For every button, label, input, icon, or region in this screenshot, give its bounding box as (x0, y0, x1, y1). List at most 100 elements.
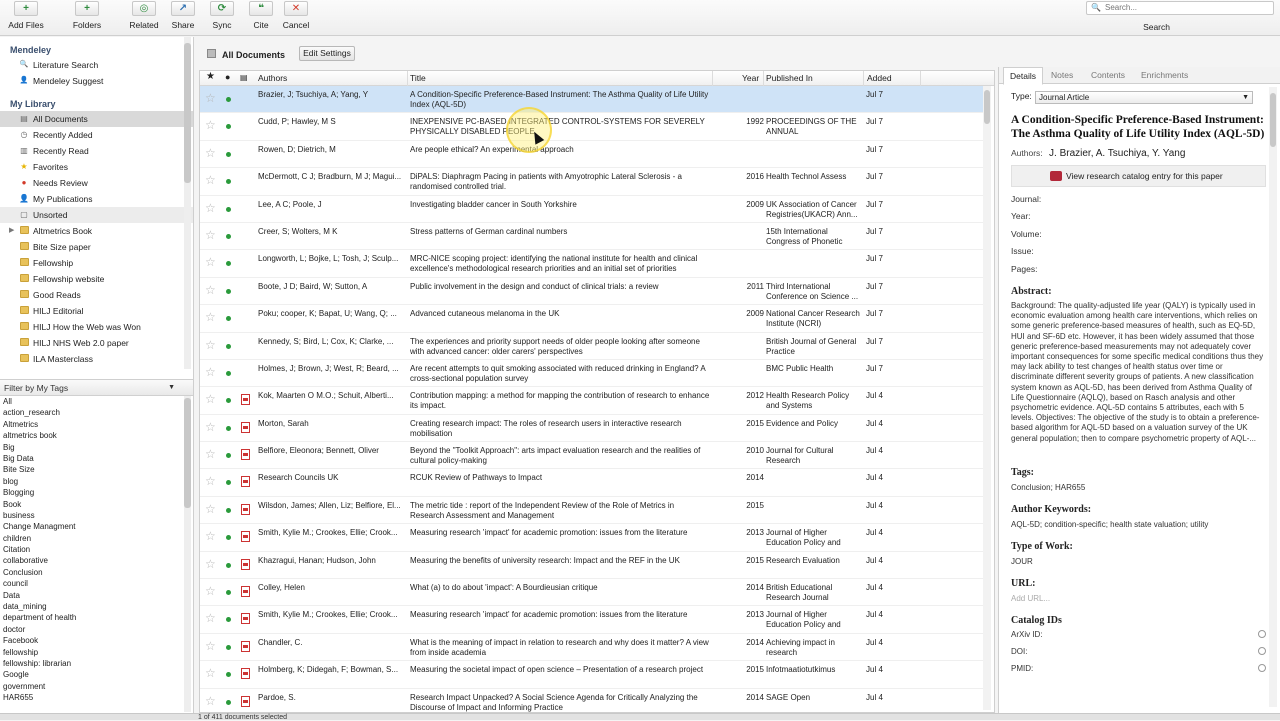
table-row[interactable]: ☆ Rowen, D; Dietrich, M Are people ethical… (200, 141, 984, 169)
col-title[interactable]: Title (410, 73, 426, 83)
cancel-button[interactable]: ✕ Cancel (280, 0, 312, 36)
unread-dot-icon[interactable] (226, 370, 231, 376)
star-icon[interactable]: ☆ (205, 256, 216, 268)
search-input[interactable] (1105, 3, 1265, 12)
tag-item[interactable]: collaborative (0, 555, 193, 566)
pdf-icon[interactable] (241, 449, 250, 461)
sidebar-item-good-reads[interactable]: Good Reads (0, 287, 193, 303)
read-status-column-icon[interactable]: ● (225, 72, 230, 82)
tag-item[interactable]: Citation (0, 544, 193, 555)
unread-dot-icon[interactable] (226, 617, 231, 623)
catalog-entry-button[interactable]: View research catalog entry for this pap… (1011, 165, 1266, 187)
unread-dot-icon[interactable] (226, 179, 231, 185)
pdf-icon[interactable] (241, 695, 250, 707)
add-url-field[interactable]: Add URL... (1011, 594, 1266, 603)
unread-dot-icon[interactable] (226, 261, 231, 267)
table-row[interactable]: ☆ Longworth, L; Bojke, L; Tosh, J; Sculp.… (200, 250, 984, 278)
unread-dot-icon[interactable] (226, 151, 231, 157)
unread-dot-icon[interactable] (226, 699, 231, 705)
unread-dot-icon[interactable] (226, 562, 231, 568)
table-row[interactable]: ☆ Research Councils UK RCUK Review of Path… (200, 469, 984, 497)
table-row[interactable]: ☆ Creer, S; Wolters, M K Stress patterns o… (200, 223, 984, 251)
star-icon[interactable]: ☆ (205, 229, 216, 241)
tag-item[interactable]: HAR655 (0, 692, 193, 703)
table-row[interactable]: ☆ McDermott, C J; Bradburn, M J; Magui...… (200, 168, 984, 196)
unread-dot-icon[interactable] (226, 124, 231, 130)
tag-item[interactable]: Change Managment (0, 521, 193, 532)
table-row[interactable]: ☆ Brazier, J; Tsuchiya, A; Yang, Y A Condi… (200, 86, 984, 114)
tag-item[interactable]: Book (0, 499, 193, 510)
field-year[interactable]: Year: (1011, 208, 1266, 225)
col-published-in[interactable]: Published In (766, 73, 813, 83)
tag-item[interactable]: Google (0, 669, 193, 680)
star-icon[interactable]: ☆ (205, 393, 216, 405)
tag-item[interactable]: Big Data (0, 453, 193, 464)
pdf-icon[interactable] (241, 394, 250, 406)
unread-dot-icon[interactable] (226, 535, 231, 541)
sidebar-item-unsorted[interactable]: ▢ Unsorted (0, 207, 193, 223)
unread-dot-icon[interactable] (226, 672, 231, 678)
table-row[interactable]: ☆ Wilsdon, James; Allen, Liz; Belfiore, E… (200, 497, 984, 525)
unread-dot-icon[interactable] (226, 97, 231, 102)
table-row[interactable]: ☆ Pardoe, S. Research Impact Unpacked? A S… (200, 689, 984, 712)
col-authors[interactable]: Authors (258, 73, 287, 83)
sidebar-item-hilj-editorial[interactable]: HILJ Editorial (0, 303, 193, 319)
table-row[interactable]: ☆ Kok, Maarten O M.O.; Schuit, Alberti...… (200, 387, 984, 415)
star-icon[interactable]: ☆ (205, 503, 216, 515)
share-button[interactable]: ↗ Share (166, 0, 200, 36)
details-scrollbar[interactable] (1269, 87, 1277, 707)
col-year[interactable]: Year (742, 73, 759, 83)
table-row[interactable]: ☆ Colley, Helen What (a) to do about 'impa… (200, 579, 984, 607)
tag-item[interactable]: Data (0, 590, 193, 601)
tag-item[interactable]: Altmetrics (0, 419, 193, 430)
cite-button[interactable]: ❝ Cite (245, 0, 277, 36)
sidebar-item-hilj-nhs-web-2-0-paper[interactable]: HILJ NHS Web 2.0 paper (0, 335, 193, 351)
tags-value[interactable]: Conclusion; HAR655 (1011, 483, 1266, 492)
sidebar-item-altmetrics-book[interactable]: ▶ Altmetrics Book (0, 223, 193, 239)
field-pages[interactable]: Pages: (1011, 261, 1266, 278)
unread-dot-icon[interactable] (226, 425, 231, 431)
star-icon[interactable]: ☆ (205, 612, 216, 624)
star-icon[interactable]: ☆ (205, 640, 216, 652)
type-select[interactable]: Journal Article ▼ (1035, 91, 1253, 104)
table-row[interactable]: ☆ Holmberg, K; Didegah, F; Bowman, S... Me… (200, 661, 984, 689)
sidebar-item-fellowship[interactable]: Fellowship (0, 255, 193, 271)
unread-dot-icon[interactable] (226, 590, 231, 596)
table-row[interactable]: ☆ Chandler, C. What is the meaning of impa… (200, 634, 984, 662)
search-box[interactable]: 🔍 (1086, 1, 1274, 15)
tag-item[interactable]: Facebook (0, 635, 193, 646)
tag-item[interactable]: doctor (0, 624, 193, 635)
sidebar-item-ila-masterclass[interactable]: ILA Masterclass (0, 351, 193, 367)
star-icon[interactable]: ☆ (205, 667, 216, 679)
unread-dot-icon[interactable] (226, 644, 231, 650)
tag-item[interactable]: Big (0, 442, 193, 453)
unread-dot-icon[interactable] (226, 343, 231, 349)
pdf-icon[interactable] (241, 613, 250, 625)
star-icon[interactable]: ☆ (205, 695, 216, 707)
unread-dot-icon[interactable] (226, 398, 231, 404)
star-icon[interactable]: ☆ (205, 558, 216, 570)
pdf-icon[interactable] (241, 503, 250, 515)
tag-item[interactable]: data_mining (0, 601, 193, 612)
pdf-icon[interactable] (241, 586, 250, 598)
tag-item[interactable]: council (0, 578, 193, 589)
table-row[interactable]: ☆ Khazragui, Hanan; Hudson, John Measuring… (200, 552, 984, 580)
field-journal[interactable]: Journal: (1011, 191, 1266, 208)
unread-dot-icon[interactable] (226, 233, 231, 239)
library-scrollbar[interactable] (184, 37, 191, 369)
sidebar-item-literature-search[interactable]: 🔍 Literature Search (0, 57, 193, 73)
attachment-column-icon[interactable]: ▤ (240, 73, 248, 82)
star-icon[interactable]: ☆ (205, 147, 216, 159)
sidebar-item-needs-review[interactable]: ● Needs Review (0, 175, 193, 191)
star-icon[interactable]: ☆ (205, 174, 216, 186)
tag-item[interactable]: fellowship (0, 647, 193, 658)
tab-contents[interactable]: Contents (1085, 67, 1131, 84)
tab-details[interactable]: Details (1003, 67, 1043, 85)
lookup-search-icon[interactable] (1258, 629, 1266, 638)
sidebar-item-hilj-how-the-web-was-won[interactable]: HILJ How the Web was Won (0, 319, 193, 335)
unread-dot-icon[interactable] (226, 288, 231, 294)
expand-arrow-icon[interactable]: ▶ (9, 223, 14, 239)
edit-settings-button[interactable]: Edit Settings (299, 46, 355, 61)
tag-item[interactable]: children (0, 533, 193, 544)
favorite-column-icon[interactable]: ★ (206, 71, 215, 82)
